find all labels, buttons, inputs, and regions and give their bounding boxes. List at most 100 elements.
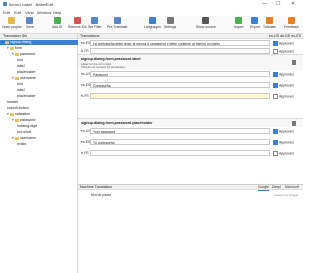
translations-title: Translations <box>80 34 100 38</box>
translation-input[interactable]: La contraseña debe tener al menos 8 cara… <box>90 40 270 46</box>
menu-edit[interactable]: Edit <box>14 10 21 15</box>
tree-folder[interactable]: ▾ username <box>12 76 36 81</box>
toolbar-import-button[interactable]: Import <box>234 17 244 29</box>
close-button[interactable]: ✕ <box>291 1 295 7</box>
toolbar-feedback-button[interactable]: Feedback <box>284 17 299 29</box>
add-id-icon <box>53 17 61 24</box>
filter-icon <box>91 17 99 24</box>
tree-folder[interactable]: ▾ signup-dialog <box>0 40 79 45</box>
tree-item-label: password <box>20 52 36 56</box>
translation-input[interactable]: Your password <box>90 128 270 134</box>
approved-checkbox[interactable]: Approved <box>273 83 294 88</box>
approved-checkbox[interactable]: Approved <box>273 72 294 77</box>
tree-item-label: form <box>15 46 23 50</box>
tree-item-label: header <box>7 100 19 104</box>
menu-help[interactable]: Help <box>53 10 61 15</box>
tree-item-label: validation <box>15 112 31 116</box>
translation-input[interactable] <box>90 150 270 156</box>
machine-translation-output[interactable]: Mot de passe <box>91 193 111 197</box>
approved-label: Approved <box>279 72 294 77</box>
approved-checkbox[interactable]: Approved <box>273 94 294 99</box>
translation-row: es-ES La contraseña debe tener al menos 8… <box>78 40 303 47</box>
tree-leaf[interactable]: label <box>17 64 25 69</box>
tree-leaf[interactable]: too-short <box>17 130 31 135</box>
checkbox-checked-icon <box>273 129 278 134</box>
toolbar: Open project Save Add ID Remove IDs Set Filt… <box>0 16 303 34</box>
menu-view[interactable]: View <box>25 10 34 15</box>
toolbar-add-id-button[interactable]: Add ID <box>52 17 62 29</box>
translation-description: Should not exceed 15 characters <box>81 65 125 69</box>
language-code: fr-FR <box>81 151 89 155</box>
approved-label: Approved <box>279 140 294 145</box>
menu-window[interactable]: Window <box>37 10 51 15</box>
translation-input[interactable]: Contraseña <box>90 82 270 88</box>
provider-microsoft-tab[interactable]: Microsoft <box>285 185 299 190</box>
approved-label: Approved <box>279 83 294 88</box>
tree-folder[interactable]: ▾ password <box>12 118 35 123</box>
checkbox-unchecked-icon <box>273 94 278 99</box>
translation-input[interactable]: Password <box>90 71 270 77</box>
language-code: es-ES <box>81 41 91 45</box>
translation-id: signup-dialog.form.password.placeholder <box>81 121 153 125</box>
menu-file[interactable]: Edit <box>3 10 10 15</box>
approved-checkbox[interactable]: Approved <box>273 151 294 156</box>
tree-folder[interactable]: ▾ validation <box>7 112 30 117</box>
save-icon <box>26 17 34 24</box>
translation-input[interactable]: Tu contraseña <box>90 139 270 145</box>
tree-leaf[interactable]: hint <box>17 82 23 87</box>
tree-folder[interactable]: ▾ form <box>7 46 22 51</box>
toolbar-export-button[interactable]: Export <box>250 17 260 29</box>
language-code: es-ES <box>81 140 91 144</box>
toolbar-remove-ids-button[interactable]: Remove IDs <box>68 17 87 29</box>
folder-icon <box>15 76 19 80</box>
provider-deepl-tab[interactable]: Deepl <box>272 185 281 190</box>
tree-leaf[interactable]: missing-digit <box>17 124 37 129</box>
settings-icon <box>166 17 174 24</box>
toolbar-button-label: Feedback <box>284 25 299 29</box>
tree-item-label: signup-dialog <box>10 40 32 44</box>
toolbar-pre-translate-button[interactable]: Pre-Translate <box>107 17 127 29</box>
toolbar-show-source-button[interactable]: Show source <box>196 17 216 29</box>
approved-checkbox[interactable]: Approved <box>273 140 294 145</box>
delete-trash-icon[interactable] <box>292 60 296 65</box>
toolbar-button-label: Languages <box>144 25 161 29</box>
approved-checkbox[interactable]: Approved <box>273 129 294 134</box>
remove-ids-icon <box>73 17 81 24</box>
delete-trash-icon[interactable] <box>292 121 296 126</box>
tree-leaf[interactable]: submit-button <box>7 106 29 111</box>
approved-label: Approved <box>279 94 294 99</box>
minimize-button[interactable]: — <box>262 1 267 7</box>
translation-row: es-ES Tu contraseña Approved <box>78 139 303 146</box>
tree-folder[interactable]: ▾ password <box>12 52 35 57</box>
tree-item-label: password <box>20 118 36 122</box>
toolbar-button-label: Remove IDs <box>68 25 87 29</box>
tree-leaf[interactable]: label <box>17 88 25 93</box>
tree-leaf[interactable]: hint <box>17 58 23 63</box>
translation-input[interactable] <box>90 93 270 99</box>
toolbar-settings-button[interactable]: Settings <box>164 17 176 29</box>
toolbar-button-label: Export <box>250 25 260 29</box>
tree-leaf[interactable]: placeholder <box>17 94 36 99</box>
tree-item-label: submit-button <box>7 106 29 110</box>
checkbox-checked-icon <box>273 83 278 88</box>
translation-block-header: signup-dialog.form.password.label Label f… <box>78 54 303 70</box>
maximize-button[interactable]: ☐ <box>276 1 280 7</box>
toolbar-button-label: Settings <box>164 25 177 29</box>
toolbar-languages-button[interactable]: Languages <box>144 17 161 29</box>
provider-google-tab[interactable]: Google <box>258 185 269 191</box>
toolbar-filter-button[interactable]: Set Filter <box>88 17 102 29</box>
toolbar-save-button[interactable]: Save <box>26 17 34 29</box>
tree-item-label: hint <box>17 82 23 86</box>
tutorials-icon <box>265 17 273 24</box>
toolbar-folder-open-button[interactable]: Open project <box>2 17 21 29</box>
translation-row: fr-FR Approved <box>78 150 303 157</box>
tree-leaf[interactable]: placeholder <box>17 70 36 75</box>
tree-item-label: label <box>17 88 25 92</box>
tree-leaf[interactable]: exists <box>17 142 26 147</box>
approved-checkbox[interactable]: Approved <box>273 41 294 46</box>
translations-header: Translations en-US de-DE es-ES <box>78 34 303 39</box>
tree-leaf[interactable]: header <box>7 100 18 105</box>
tree-folder[interactable]: ▾ username <box>12 136 36 141</box>
toolbar-button-label: Show source <box>196 25 216 29</box>
toolbar-tutorials-button[interactable]: Tutorials <box>263 17 276 29</box>
